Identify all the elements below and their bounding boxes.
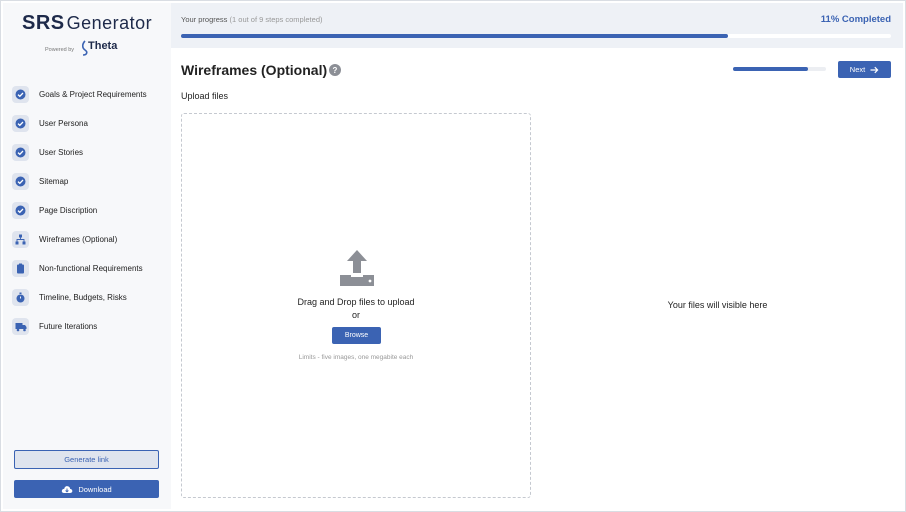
sidebar-item-goals[interactable]: Goals & Project Requirements: [12, 80, 162, 109]
sidebar-item-wireframes[interactable]: Wireframes (Optional): [12, 225, 162, 254]
sidebar-item-user-stories[interactable]: User Stories: [12, 138, 162, 167]
sidebar-item-user-persona[interactable]: User Persona: [12, 109, 162, 138]
sidebar-item-label: Timeline, Budgets, Risks: [39, 293, 127, 302]
step-progress-fill: [733, 67, 809, 71]
app-logo: SRS Generator: [22, 12, 152, 35]
sidebar-item-sitemap[interactable]: Sitemap: [12, 167, 162, 196]
sidebar-item-label: Goals & Project Requirements: [39, 90, 147, 99]
progress-detail: (1 out of 9 steps completed): [229, 15, 323, 24]
file-dropzone[interactable]: Drag and Drop files to upload or Browse …: [181, 113, 531, 498]
sidebar-item-future-iterations[interactable]: Future Iterations: [12, 312, 162, 341]
progress-header: Your progress (1 out of 9 steps complete…: [171, 3, 903, 48]
stopwatch-icon: [12, 289, 29, 306]
sidebar-item-non-functional[interactable]: Non-functional Requirements: [12, 254, 162, 283]
progress-title: Your progress: [181, 15, 228, 24]
generate-link-button[interactable]: Generate link: [14, 450, 159, 469]
sidebar-item-label: Wireframes (Optional): [39, 235, 118, 244]
truck-icon: [12, 318, 29, 335]
logo-generator: Generator: [66, 13, 153, 33]
progress-bar-fill: [181, 34, 728, 38]
check-circle-icon: [12, 144, 29, 161]
download-button[interactable]: Download: [14, 480, 159, 498]
arrow-right-icon: [870, 66, 879, 73]
sidebar-item-label: Page Discription: [39, 206, 98, 215]
sidebar-item-label: User Persona: [39, 119, 88, 128]
sitemap-icon: [12, 231, 29, 248]
next-button[interactable]: Next: [838, 61, 891, 78]
sidebar-item-page-description[interactable]: Page Discription: [12, 196, 162, 225]
browse-label: Browse: [344, 332, 369, 339]
progress-label: Your progress (1 out of 9 steps complete…: [181, 15, 322, 24]
upload-files-label: Upload files: [181, 91, 229, 101]
sidebar-item-label: Future Iterations: [39, 322, 98, 331]
generate-link-label: Generate link: [64, 455, 109, 464]
upload-icon: [340, 250, 374, 286]
step-progress-bar: [733, 67, 826, 71]
or-text: or: [351, 310, 360, 320]
sidebar-item-label: Non-functional Requirements: [39, 264, 143, 273]
browse-button[interactable]: Browse: [332, 327, 381, 344]
progress-percent: 11% Completed: [820, 14, 891, 25]
sidebar-item-timeline[interactable]: Timeline, Budgets, Risks: [12, 283, 162, 312]
upload-limits-text: Limits - five images, one megabite each: [298, 354, 414, 361]
check-circle-icon: [12, 202, 29, 219]
cloud-download-icon: [62, 485, 73, 493]
sidebar-nav: Goals & Project Requirements User Person…: [12, 80, 162, 341]
powered-by-label: Powered by: [45, 47, 75, 53]
files-placeholder: Your files will visible here: [667, 300, 768, 310]
brand-name: Theta: [88, 40, 118, 52]
check-circle-icon: [12, 173, 29, 190]
logo-srs: SRS: [22, 12, 65, 34]
help-icon[interactable]: ?: [329, 64, 341, 76]
check-circle-icon: [12, 115, 29, 132]
sidebar-item-label: User Stories: [39, 148, 84, 157]
progress-bar: [181, 34, 891, 38]
check-circle-icon: [12, 86, 29, 103]
clipboard-icon: [12, 260, 29, 277]
sidebar-item-label: Sitemap: [39, 177, 69, 186]
download-label: Download: [78, 484, 112, 494]
next-label: Next: [849, 65, 866, 74]
drag-drop-text: Drag and Drop files to upload: [297, 297, 415, 307]
page-title: Wireframes (Optional): [181, 62, 328, 78]
